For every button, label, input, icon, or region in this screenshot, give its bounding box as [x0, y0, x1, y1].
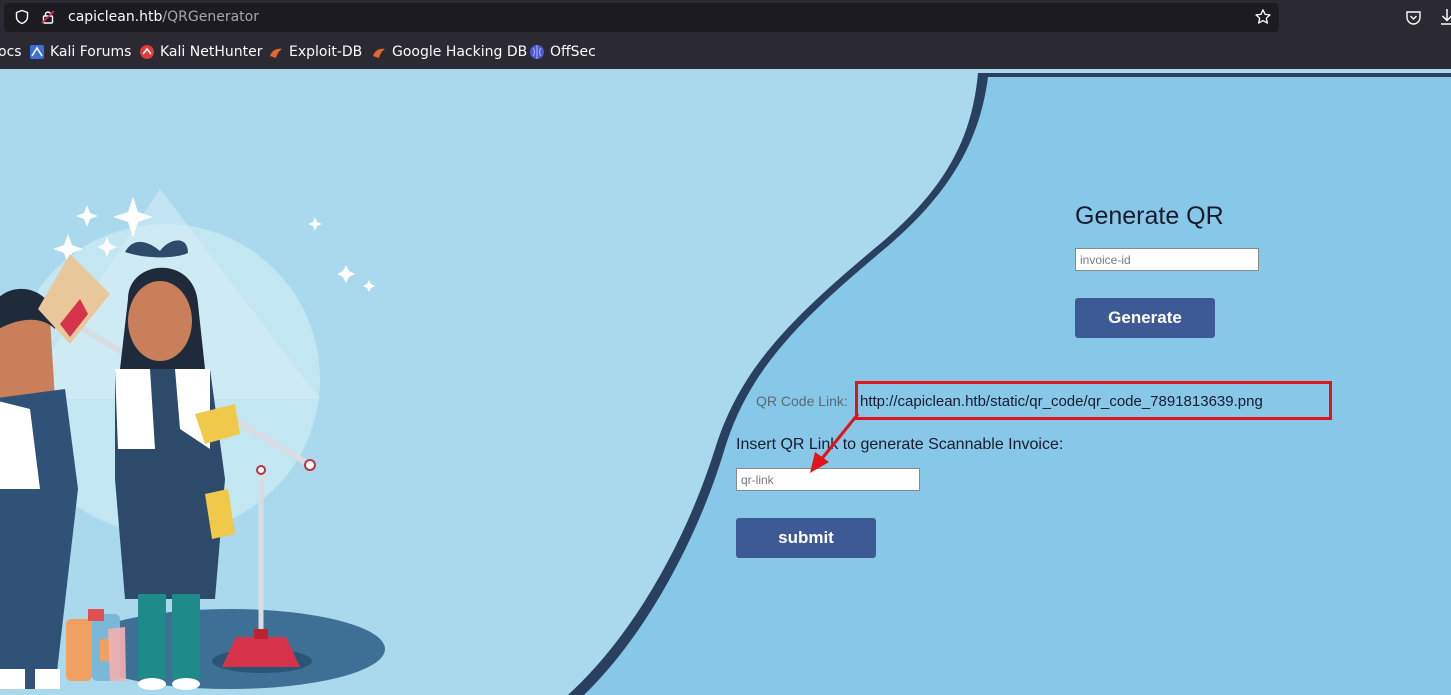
bookmark-label: Kali Forums: [50, 44, 132, 60]
generate-button[interactable]: Generate: [1075, 298, 1215, 338]
bookmark-kali-nethunter[interactable]: Kali NetHunter: [139, 44, 262, 60]
kali-nethunter-icon: [140, 45, 154, 59]
bookmark-star-icon[interactable]: [1254, 8, 1272, 26]
url-path: /QRGenerator: [162, 9, 259, 25]
bookmark-label: Exploit-DB: [289, 44, 363, 60]
invoice-id-input[interactable]: [1075, 248, 1259, 271]
submit-button[interactable]: submit: [736, 518, 876, 558]
address-bar[interactable]: capiclean.htb/QRGenerator: [4, 3, 1279, 32]
ghdb-icon: [373, 48, 385, 58]
page-title: Generate QR: [1075, 202, 1224, 230]
exploit-db-icon: [270, 48, 282, 58]
url-host: capiclean.htb: [68, 9, 163, 25]
kali-forums-icon: [30, 45, 44, 59]
bookmark-docs[interactable]: ocs: [0, 44, 22, 60]
qr-code-link-label: QR Code Link:: [756, 393, 848, 409]
pocket-icon[interactable]: [1405, 9, 1422, 26]
lock-insecure-icon[interactable]: [40, 9, 56, 25]
browser-toolbar: capiclean.htb/QRGenerator ocs Kali Forum…: [0, 0, 1451, 69]
bookmark-exploit-db[interactable]: Exploit-DB: [268, 44, 362, 60]
bookmark-kali-forums[interactable]: Kali Forums: [29, 44, 131, 60]
bookmark-label: Kali NetHunter: [160, 44, 263, 60]
bookmark-label: ocs: [0, 44, 22, 60]
offsec-icon: [530, 45, 544, 59]
bookmark-offsec[interactable]: OffSec: [529, 44, 596, 60]
cleaning-bottles: [66, 609, 126, 681]
bookmark-google-hacking-db[interactable]: Google Hacking DB: [371, 44, 527, 60]
url-text[interactable]: capiclean.htb/QRGenerator: [68, 9, 259, 25]
qr-link-input[interactable]: [736, 468, 920, 491]
highlight-box: [855, 381, 1332, 420]
bookmarks-toolbar: ocs Kali Forums Kali NetHunter Exploit-D…: [0, 41, 1451, 65]
download-icon[interactable]: [1440, 8, 1451, 26]
bookmark-label: Google Hacking DB: [392, 44, 528, 60]
shield-icon[interactable]: [14, 9, 30, 25]
insert-qr-link-label: Insert QR Link to generate Scannable Inv…: [736, 436, 1064, 453]
page-viewport: Generate QR Generate QR Code Link: http:…: [0, 69, 1451, 695]
bookmark-label: OffSec: [550, 44, 596, 60]
